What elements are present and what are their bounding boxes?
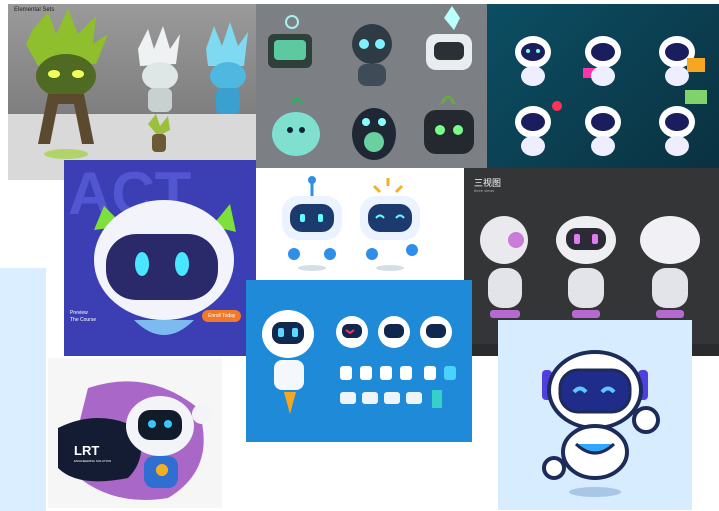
robot-astronaut-large [262,310,314,414]
robot-sketch-cyan [352,24,392,86]
waving-robot-art [542,350,660,497]
elemental-creatures-art [8,9,260,180]
sticker-robot-6 [659,90,707,156]
robot-sketch-blob [272,97,320,156]
preview-line: The Course [70,317,97,323]
preview-text: Preview The Course [70,310,96,324]
waving-robot [542,350,660,497]
boot-row [340,390,442,408]
enroll-button[interactable]: Enroll Today [202,310,242,322]
pale-blue-strip [0,268,46,511]
robot-view-back [640,216,700,318]
parts-row [340,366,456,380]
robot-eye-left [135,252,149,276]
tile-lrt-mascot[interactable]: LRT ENGINEERING SOLUTION [48,358,222,508]
tile-course-poster[interactable]: ACT Preview The Course Enroll Today [64,160,256,356]
robot-sketches-art [268,6,474,160]
cat-robot-art: ACT [68,160,236,335]
blue-robot-right [360,178,420,271]
robot-sketch-crystal [426,6,472,70]
robot-eye-right [175,252,189,276]
tile-character-sheet[interactable] [246,280,472,442]
sticker-robot-1 [515,36,551,86]
blue-robots-art [282,176,420,271]
tile-caption: Elemental Sets [14,7,55,13]
robot-view-front [556,216,616,318]
robot-sketch-penguin [352,108,396,160]
sticker-robot-2 [583,36,621,86]
lrt-mascot-art [58,381,212,500]
robot-visor [106,234,218,300]
thruster-glow [134,320,194,335]
expression-faces [336,316,452,348]
tile-robot-sketches[interactable] [256,4,488,176]
tile-elemental-creatures[interactable]: Elemental Sets [8,4,260,180]
preview-line: Preview [70,310,88,316]
robot-sketch-dark [424,95,474,154]
lrt-logo-subtext: ENGINEERING SOLUTION [74,459,112,463]
sticker-robot-3 [659,36,705,86]
lrt-logo-text: LRT [74,443,100,458]
blue-robot-left [282,176,342,271]
sticker-robot-5 [585,106,621,156]
sheet-subtitle: three views [474,188,495,193]
waving-hand [632,406,660,434]
robot-sketch-tv [268,15,312,68]
robot-view-side [480,216,528,318]
character-sheet-art [262,310,456,414]
white-crystal-creature [138,26,180,112]
blue-crystal-creature [206,22,248,114]
sticker-robot-4 [515,101,562,156]
robot-stickers-art [515,36,707,156]
tile-robot-stickers[interactable] [487,4,719,172]
tile-waving-robot[interactable] [498,320,692,510]
tile-blue-robots[interactable] [256,168,464,280]
